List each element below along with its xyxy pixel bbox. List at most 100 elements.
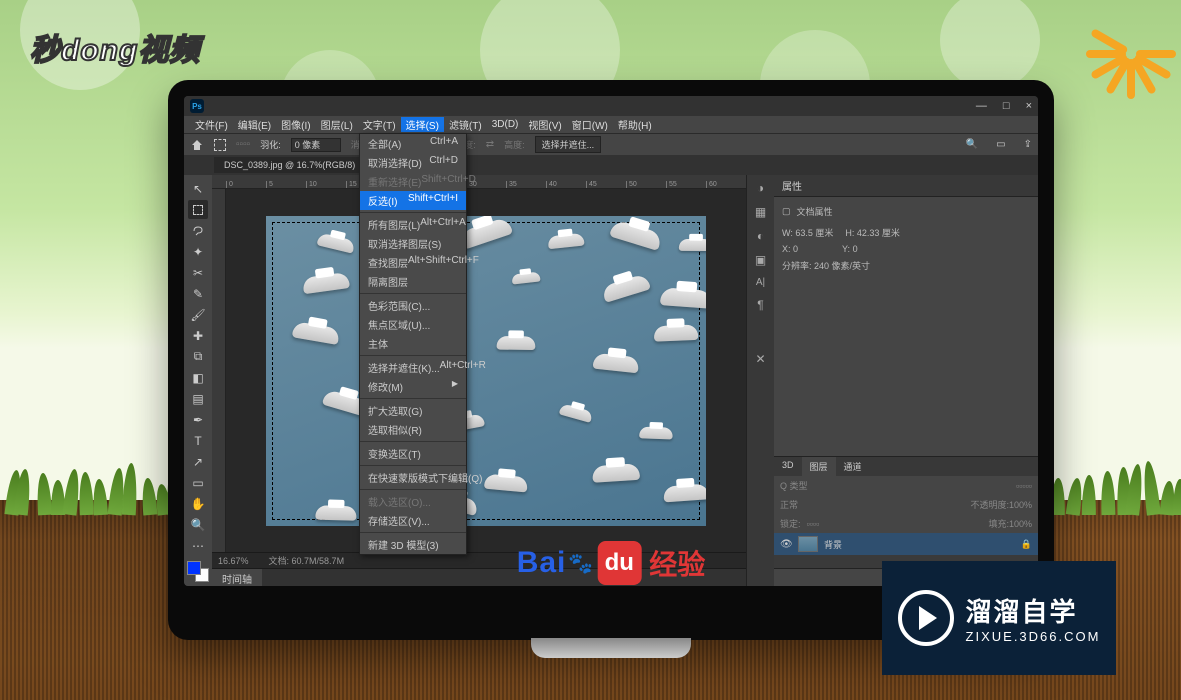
menu-dropdown-item[interactable]: 所有图层(L)Alt+Ctrl+A: [360, 215, 466, 234]
close-button[interactable]: ×: [1026, 100, 1032, 112]
healing-tool-icon[interactable]: ✚: [188, 326, 208, 345]
lasso-tool-icon[interactable]: [188, 221, 208, 240]
pen-tool-icon[interactable]: ✒: [188, 410, 208, 429]
menu-dropdown-item[interactable]: 查找图层Alt+Shift+Ctrl+F: [360, 253, 466, 272]
menu-item[interactable]: 文字(T): [358, 117, 401, 132]
marquee-tool-icon[interactable]: [214, 139, 226, 151]
workspace-icon[interactable]: ▭: [996, 139, 1005, 150]
search-icon[interactable]: 🔍: [966, 139, 978, 150]
layers-tabs: 3D图层通道: [774, 457, 1038, 476]
right-panels: 属性 ▢ 文档属性 W: 63.5 厘米 H: 42.33 厘米 X: 0 Y:…: [774, 175, 1038, 586]
menu-dropdown-item[interactable]: 色彩范围(C)...: [360, 296, 466, 315]
adjustments-panel-icon[interactable]: ◐: [757, 229, 764, 243]
foreground-color-swatch[interactable]: [187, 561, 201, 575]
panel-tab[interactable]: 3D: [774, 457, 802, 476]
menu-dropdown-item[interactable]: 变换选区(T): [360, 444, 466, 463]
color-swatches[interactable]: [187, 561, 209, 582]
color-panel-icon[interactable]: ◑: [757, 181, 764, 195]
move-tool-icon[interactable]: ↖: [188, 179, 208, 198]
menu-item[interactable]: 视图(V): [523, 117, 566, 132]
sun-icon: [1096, 10, 1176, 90]
character-panel-icon[interactable]: A|: [756, 277, 765, 288]
type-tool-icon[interactable]: T: [188, 431, 208, 450]
menu-dropdown-item[interactable]: 选择并遮住(K)...Alt+Ctrl+R: [360, 358, 466, 377]
timeline-tab-label: 时间轴: [212, 569, 262, 586]
visibility-icon[interactable]: 👁: [780, 539, 792, 550]
layer-thumbnail: [798, 536, 818, 552]
menu-dropdown-item: 载入选区(O)...: [360, 492, 466, 511]
clone-tool-icon[interactable]: ⧉: [188, 347, 208, 366]
document-info: 文档: 60.7M/58.7M: [269, 554, 345, 567]
baidu-jingyan-logo: Bai 🐾 du 经验: [517, 541, 706, 585]
menu-item[interactable]: 文件(F): [190, 117, 233, 132]
play-icon: [898, 590, 954, 646]
document-tab[interactable]: DSC_0389.jpg @ 16.7%(RGB/8) ×: [214, 157, 378, 173]
blend-mode[interactable]: 正常: [780, 498, 798, 511]
screen: Ps — □ × 文件(F)编辑(E)图像(I)图层(L)文字(T)选择(S)滤…: [184, 96, 1038, 586]
menu-dropdown-item[interactable]: 焦点区域(U)...: [360, 315, 466, 334]
crop-tool-icon[interactable]: ✂: [188, 263, 208, 282]
gradient-tool-icon[interactable]: ▤: [188, 389, 208, 408]
layer-filter[interactable]: Q 类型: [780, 479, 808, 492]
ruler-vertical: [212, 189, 226, 552]
paragraph-panel-icon[interactable]: ¶: [757, 298, 763, 312]
tools-presets-icon[interactable]: ✕: [755, 352, 765, 366]
feather-input[interactable]: [291, 138, 341, 152]
menu-item[interactable]: 3D(D): [487, 119, 524, 130]
shape-tool-icon[interactable]: ▭: [188, 473, 208, 492]
zixue-url: ZIXUE.3D66.COM: [966, 629, 1101, 644]
menu-dropdown-item[interactable]: 在快速蒙版模式下编辑(Q): [360, 468, 466, 487]
menu-item[interactable]: 编辑(E): [233, 117, 276, 132]
menu-dropdown-item[interactable]: 修改(M)▶: [360, 377, 466, 396]
home-icon[interactable]: [190, 138, 204, 152]
paw-icon: 🐾: [568, 551, 593, 576]
lock-icon[interactable]: 🔒: [1021, 539, 1032, 550]
menu-item[interactable]: 帮助(H): [613, 117, 657, 132]
hand-tool-icon[interactable]: ✋: [188, 494, 208, 513]
zixue-badge: 溜溜自学 ZIXUE.3D66.COM: [882, 561, 1116, 675]
document-title: DSC_0389.jpg @ 16.7%(RGB/8): [224, 160, 355, 170]
maximize-button[interactable]: □: [1003, 100, 1010, 112]
document-tab-bar: DSC_0389.jpg @ 16.7%(RGB/8) ×: [184, 155, 1038, 175]
swatches-panel-icon[interactable]: ▦: [755, 205, 766, 219]
zoom-tool-icon[interactable]: 🔍: [188, 515, 208, 534]
panel-tab[interactable]: 通道: [836, 457, 870, 476]
share-icon[interactable]: ⇪: [1024, 139, 1032, 150]
properties-title: 文档属性: [797, 205, 833, 218]
eyedropper-tool-icon[interactable]: ✎: [188, 284, 208, 303]
minimize-button[interactable]: —: [976, 100, 987, 112]
properties-tab[interactable]: 属性: [774, 175, 1038, 197]
menu-item[interactable]: 滤镜(T): [444, 117, 487, 132]
brush-tool-icon[interactable]: 🖌: [188, 305, 208, 324]
menubar: 文件(F)编辑(E)图像(I)图层(L)文字(T)选择(S)滤镜(T)3D(D)…: [184, 116, 1038, 133]
menu-dropdown-item: 重新选择(E)Shift+Ctrl+D: [360, 172, 466, 191]
menu-dropdown-item[interactable]: 反选(I)Shift+Ctrl+I: [360, 191, 466, 210]
canvas-viewport[interactable]: [226, 189, 746, 552]
menu-dropdown-item[interactable]: 选取相似(R): [360, 420, 466, 439]
layer-row[interactable]: 👁 背景 🔒: [774, 533, 1038, 555]
zixue-title: 溜溜自学: [966, 592, 1101, 629]
eraser-tool-icon[interactable]: ◧: [188, 368, 208, 387]
panel-tab[interactable]: 图层: [802, 457, 836, 476]
menu-dropdown-item[interactable]: 取消选择(D)Ctrl+D: [360, 153, 466, 172]
menu-dropdown-item[interactable]: 隔离图层: [360, 272, 466, 291]
menu-item[interactable]: 窗口(W): [567, 117, 613, 132]
menu-item[interactable]: 图层(L): [316, 117, 358, 132]
menu-item[interactable]: 选择(S): [401, 117, 444, 132]
edit-toolbar-icon[interactable]: ⋯: [188, 536, 208, 555]
quick-select-tool-icon[interactable]: ✦: [188, 242, 208, 261]
menu-dropdown-item[interactable]: 主体: [360, 334, 466, 353]
menu-item[interactable]: 图像(I): [276, 117, 315, 132]
select-menu-dropdown: 全部(A)Ctrl+A取消选择(D)Ctrl+D重新选择(E)Shift+Ctr…: [359, 133, 467, 555]
menu-dropdown-item[interactable]: 存储选区(V)...: [360, 511, 466, 530]
menu-dropdown-item[interactable]: 取消选择图层(S): [360, 234, 466, 253]
menu-dropdown-item[interactable]: 新建 3D 模型(3): [360, 535, 466, 554]
zoom-level[interactable]: 16.67%: [218, 556, 249, 566]
libraries-panel-icon[interactable]: ▣: [755, 253, 766, 267]
path-tool-icon[interactable]: ↗: [188, 452, 208, 471]
marquee-tool-icon[interactable]: [188, 200, 208, 219]
select-and-mask-button[interactable]: 选择并遮住...: [535, 136, 602, 153]
menu-dropdown-item[interactable]: 全部(A)Ctrl+A: [360, 134, 466, 153]
menu-dropdown-item[interactable]: 扩大选取(G): [360, 401, 466, 420]
ruler-horizontal: 051015202530354045505560: [212, 175, 746, 189]
